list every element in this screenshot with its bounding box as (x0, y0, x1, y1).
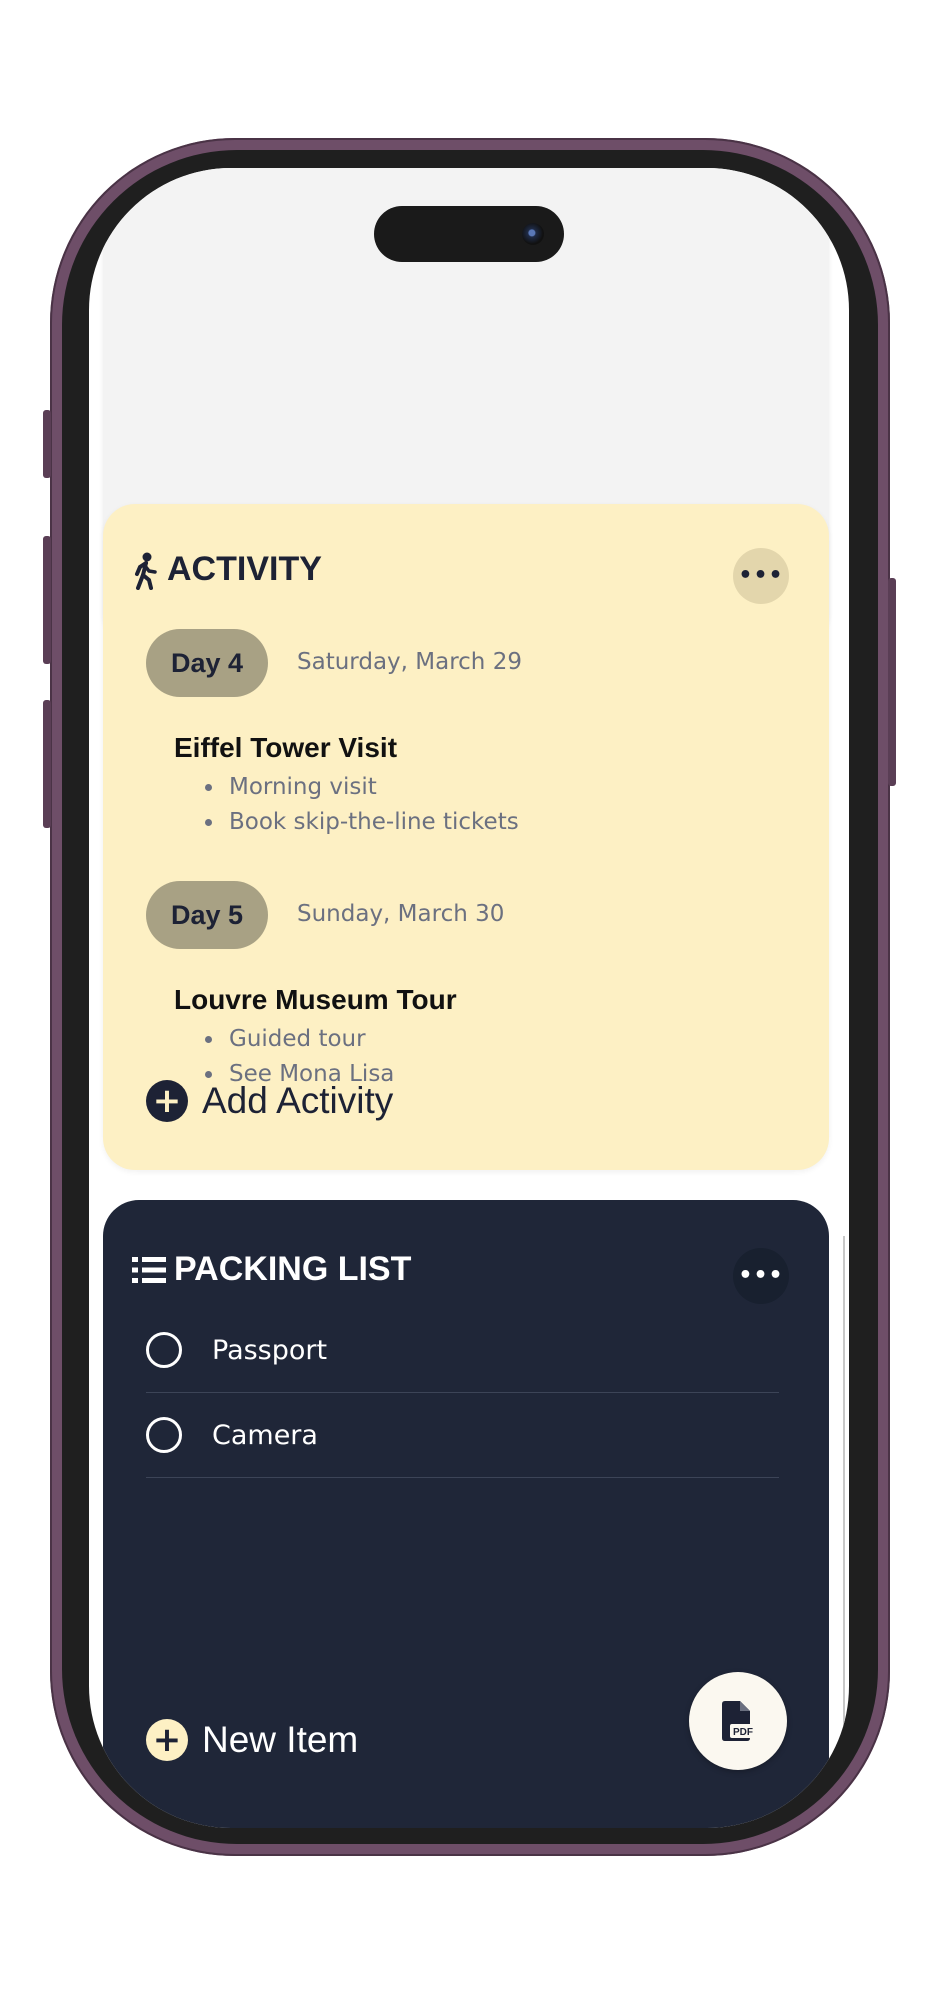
svg-text:PDF: PDF (733, 1727, 753, 1738)
add-activity-label: Add Activity (202, 1080, 394, 1121)
pdf-file-icon: PDF (722, 1701, 756, 1741)
dynamic-island (374, 206, 564, 262)
power-button (888, 578, 896, 786)
volume-up-button (43, 536, 51, 664)
volume-down-button (43, 700, 51, 828)
activity-name[interactable]: Eiffel Tower Visit (174, 732, 397, 764)
activity-note: Book skip-the-line tickets (225, 805, 519, 840)
packing-list-item[interactable]: Passport (146, 1308, 779, 1393)
activity-note: Guided tour (225, 1022, 394, 1057)
new-item-button[interactable]: + New Item (146, 1719, 358, 1761)
unchecked-circle-icon[interactable] (146, 1332, 182, 1368)
activity-note: Morning visit (225, 770, 519, 805)
unchecked-circle-icon[interactable] (146, 1417, 182, 1453)
day-date: Sunday, March 30 (297, 901, 505, 927)
activity-more-button[interactable]: ••• (733, 548, 789, 604)
day-date: Saturday, March 29 (297, 649, 522, 675)
add-activity-button[interactable]: + Add Activity (146, 1080, 393, 1122)
activity-notes: Morning visit Book skip-the-line tickets (199, 770, 519, 840)
day-badge[interactable]: Day 5 (146, 881, 268, 949)
activity-title: ACTIVITY (167, 550, 322, 588)
day-badge[interactable]: Day 4 (146, 629, 268, 697)
more-horizontal-icon: ••• (738, 1263, 784, 1288)
export-pdf-button[interactable]: PDF (689, 1672, 787, 1770)
plus-circle-icon: + (146, 1719, 188, 1761)
phone-screen: ACTIVITY ••• Day 4 Saturday, March 29 Ei… (89, 168, 849, 1828)
plus-circle-icon: + (146, 1080, 188, 1122)
action-button (43, 410, 51, 478)
scrollbar[interactable] (843, 1236, 845, 1816)
activity-name[interactable]: Louvre Museum Tour (174, 984, 457, 1016)
list-icon (132, 1257, 166, 1283)
more-horizontal-icon: ••• (738, 563, 784, 588)
packing-list-title: PACKING LIST (174, 1250, 412, 1288)
packing-list-more-button[interactable]: ••• (733, 1248, 789, 1304)
camera-icon (522, 223, 544, 245)
packing-item-label: Camera (212, 1419, 318, 1451)
packing-item-label: Passport (212, 1334, 328, 1366)
new-item-label: New Item (202, 1719, 359, 1760)
walking-person-icon (135, 552, 157, 590)
packing-list-item[interactable]: Camera (146, 1393, 779, 1478)
